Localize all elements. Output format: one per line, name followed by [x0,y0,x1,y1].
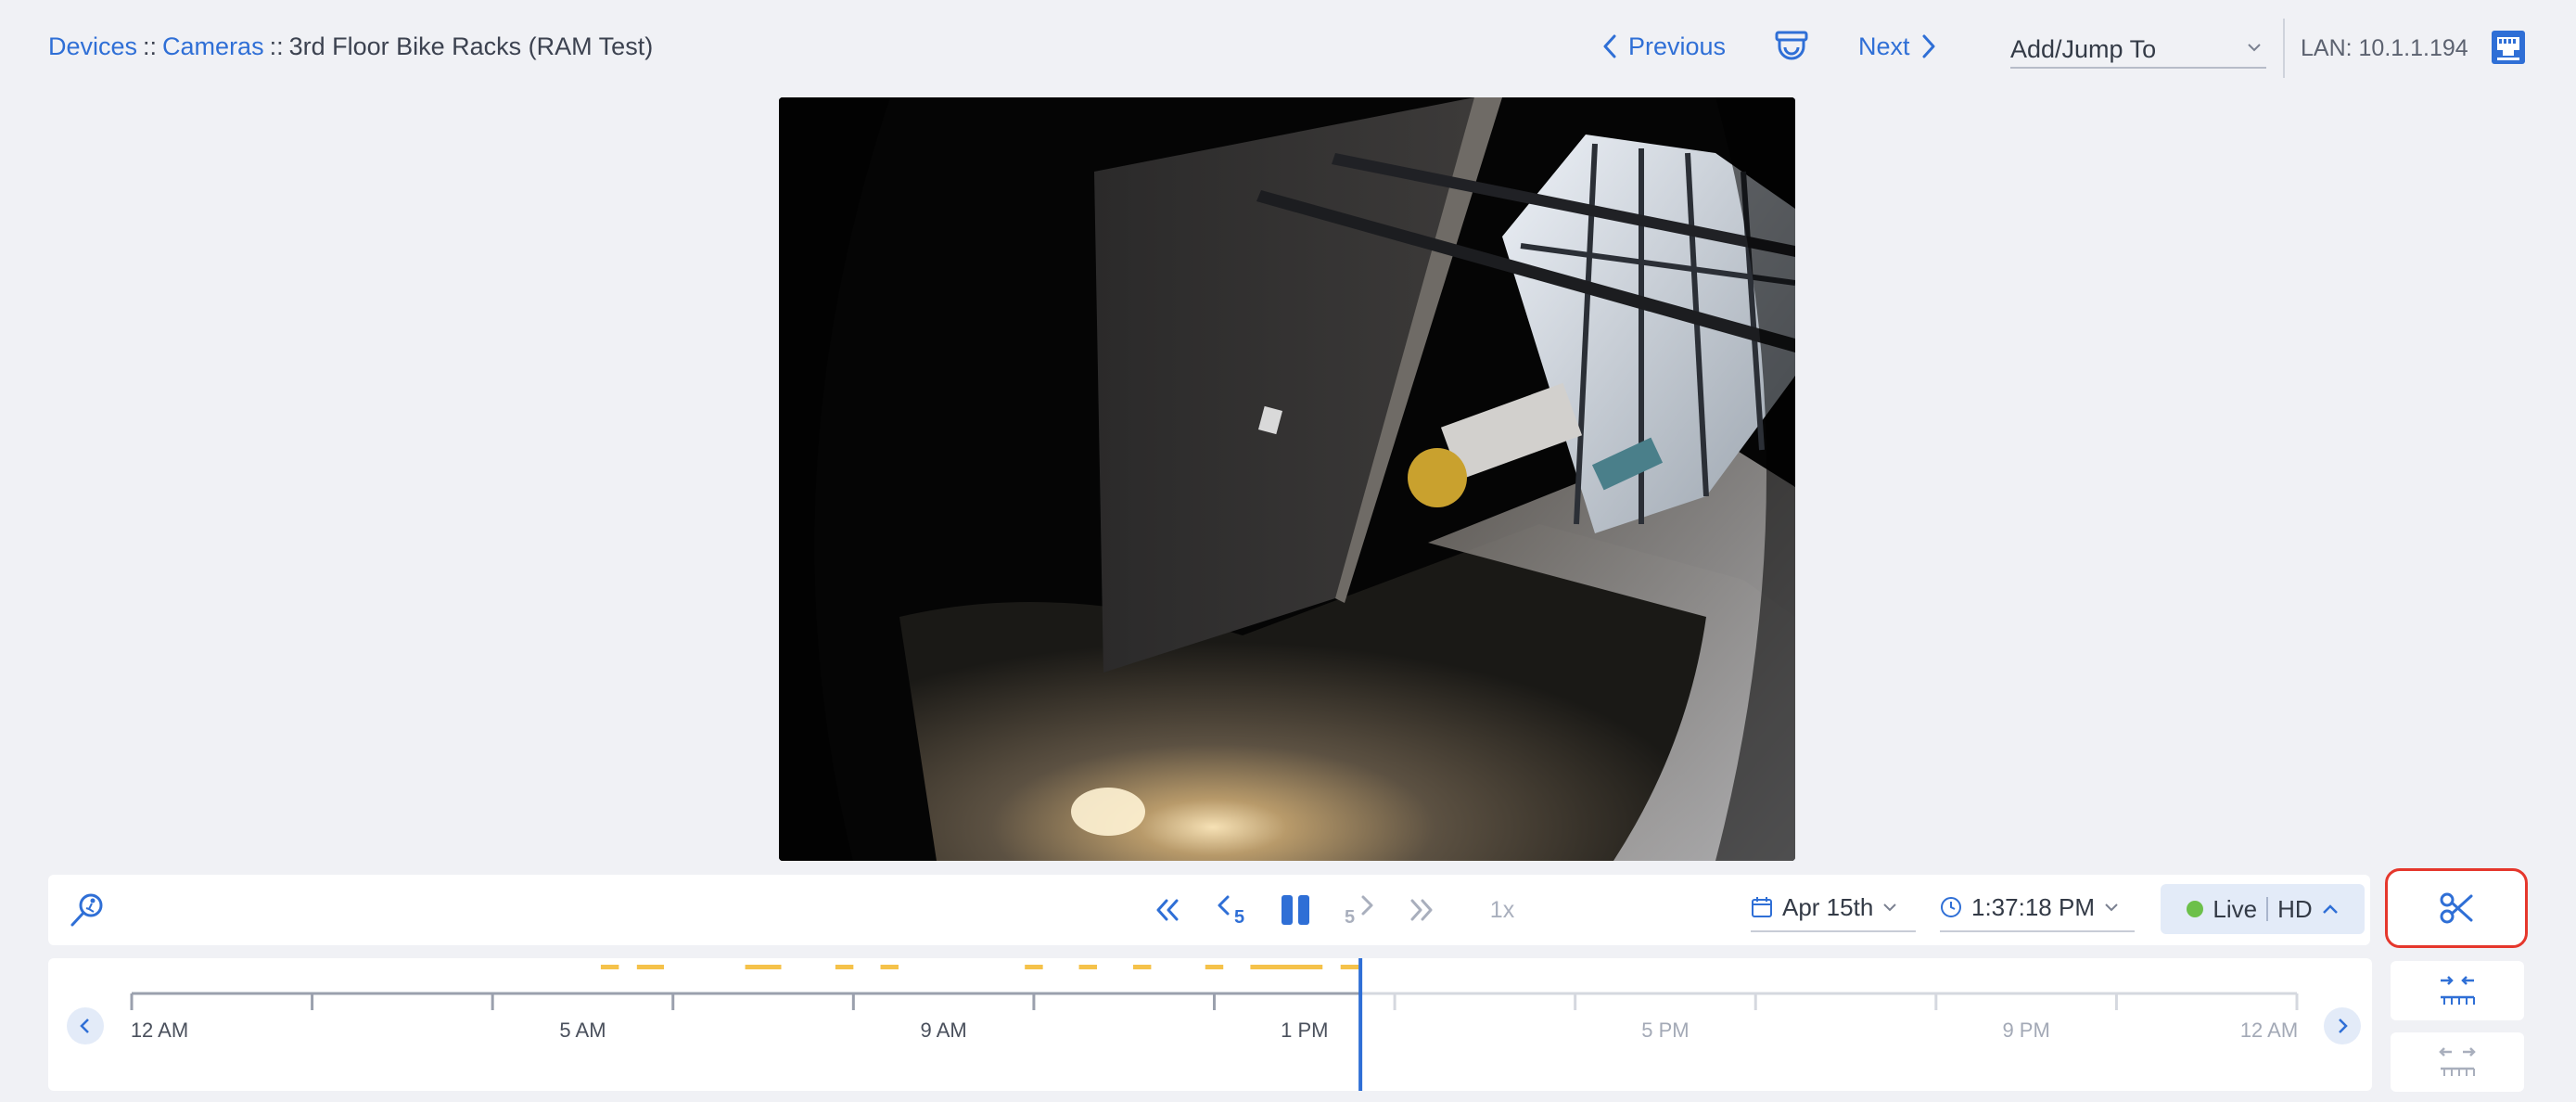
chevron-left-icon [80,1019,89,1033]
chevron-left-icon [1602,34,1617,58]
pause-button[interactable] [1272,875,1319,945]
camera-icon-button[interactable] [1771,28,1812,67]
scissors-icon [2440,892,2473,924]
live-hd-divider [2266,897,2269,921]
timeline-zoom-in-button[interactable] [2391,961,2524,1020]
timeline-tick-label: 5 PM [1641,1019,1690,1042]
create-clip-button[interactable] [2385,868,2528,948]
skip-back-5-button[interactable]: 5 [1207,875,1254,945]
live-hd-toggle[interactable]: Live HD [2161,884,2365,934]
chevron-down-icon [2104,902,2119,913]
timeline-previous-day-button[interactable] [67,1007,104,1044]
timeline-tick-label: 12 AM [2239,1019,2299,1042]
time-picker[interactable]: 1:37:18 PM [1940,884,2135,932]
breadcrumb-cameras[interactable]: Cameras [162,32,264,60]
skip-forward-seconds: 5 [1345,907,1356,928]
previous-camera-button[interactable]: Previous [1602,28,1726,65]
previous-label: Previous [1628,32,1727,60]
camera-video-feed[interactable] [779,97,1795,861]
rewind-button[interactable] [1146,875,1189,945]
breadcrumb-separator: :: [269,32,284,60]
jump-select-value: Add/Jump To [2010,35,2157,63]
motion-search-icon [70,893,103,927]
time-value: 1:37:18 PM [1971,892,2095,921]
lan-address: LAN: 10.1.1.194 [2301,35,2468,61]
playback-speed[interactable]: 1x [1474,875,1530,945]
chevron-right-icon [1921,34,1936,58]
live-label: Live [2213,894,2258,923]
calendar-icon [1751,896,1773,918]
skip-forward-5-button: 5 [1337,875,1384,945]
date-value: Apr 15th [1782,892,1874,921]
playback-control-bar: 5 5 1x Apr 15th 1:37:18 PM Live HD [48,875,2370,945]
fast-forward-button [1400,875,1443,945]
quality-label: HD [2277,894,2313,923]
next-label: Next [1858,32,1910,60]
double-chevron-left-icon [1156,899,1179,921]
header-divider [2283,19,2285,78]
speed-label: 1x [1489,896,1515,923]
timeline-tick-label: 1 PM [1281,1019,1329,1042]
chevron-right-icon [2339,1019,2348,1033]
motion-event-marker [1250,965,1323,969]
breadcrumb-separator: :: [143,32,158,60]
motion-event-marker [1025,965,1043,969]
clock-icon [1940,896,1962,918]
timeline-next-day-button[interactable] [2324,1007,2361,1044]
camera-feed-image [779,97,1795,861]
motion-event-marker [745,965,782,969]
motion-event-marker [636,965,665,969]
breadcrumb-devices[interactable]: Devices [48,32,137,60]
motion-event-marker [835,965,854,969]
next-camera-button[interactable]: Next [1858,28,1936,65]
expand-timeline-icon [2439,1047,2476,1076]
compress-timeline-icon [2441,976,2475,1005]
chevron-down-icon [1882,902,1897,913]
motion-event-marker [1205,965,1224,969]
dome-camera-icon [1775,31,1808,60]
pause-icon [1282,895,1309,925]
timeline-zoom-out-button [2391,1032,2524,1092]
motion-search-button[interactable] [59,875,115,945]
chevron-down-icon [2246,33,2263,61]
live-status-dot [2187,901,2204,917]
timeline-tick-label: 5 AM [559,1019,606,1042]
timeline-tick-label: 9 AM [920,1019,967,1042]
date-picker[interactable]: Apr 15th [1751,884,1916,932]
timeline-tick-label: 12 AM [130,1019,189,1042]
breadcrumb: Devices:: Cameras:: 3rd Floor Bike Racks (… [48,28,653,65]
timeline-tick-label: 9 PM [2002,1019,2050,1042]
skip-back-seconds: 5 [1234,907,1245,928]
add-jump-to-select[interactable]: Add/Jump To [2010,32,2266,69]
ethernet-icon [2492,31,2525,64]
chevron-up-icon [2322,903,2339,915]
motion-event-marker [1340,965,1359,969]
motion-event-marker [600,965,619,969]
page-title: 3rd Floor Bike Racks (RAM Test) [288,32,654,60]
motion-event-marker [1132,965,1152,969]
motion-event-marker [1078,965,1098,969]
network-port-button[interactable] [2489,28,2528,67]
motion-events [600,965,1359,969]
timeline-ticks [130,993,2299,1010]
double-chevron-right-icon [1410,899,1433,921]
motion-event-marker [880,965,899,969]
